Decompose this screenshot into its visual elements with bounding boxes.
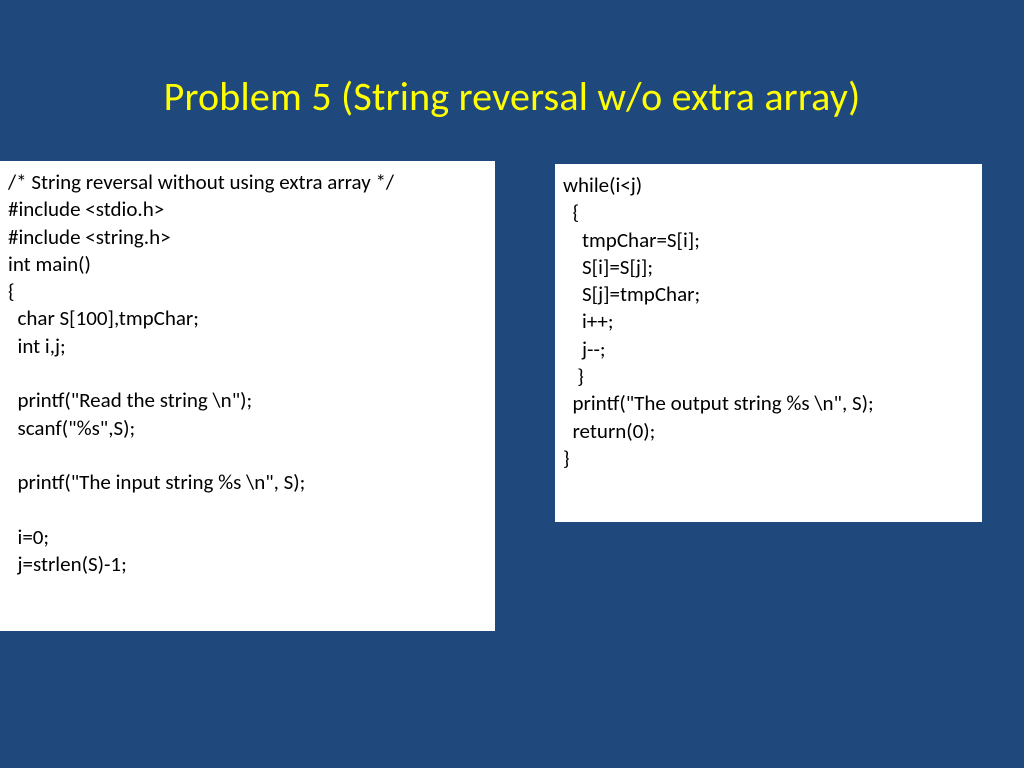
code-block-left: /* String reversal without using extra a… bbox=[0, 161, 495, 631]
content-area: /* String reversal without using extra a… bbox=[0, 161, 1024, 631]
code-block-right: while(i<j) { tmpChar=S[i]; S[i]=S[j]; S[… bbox=[555, 164, 982, 522]
slide: Problem 5 (String reversal w/o extra arr… bbox=[0, 0, 1024, 768]
slide-title: Problem 5 (String reversal w/o extra arr… bbox=[0, 0, 1024, 161]
